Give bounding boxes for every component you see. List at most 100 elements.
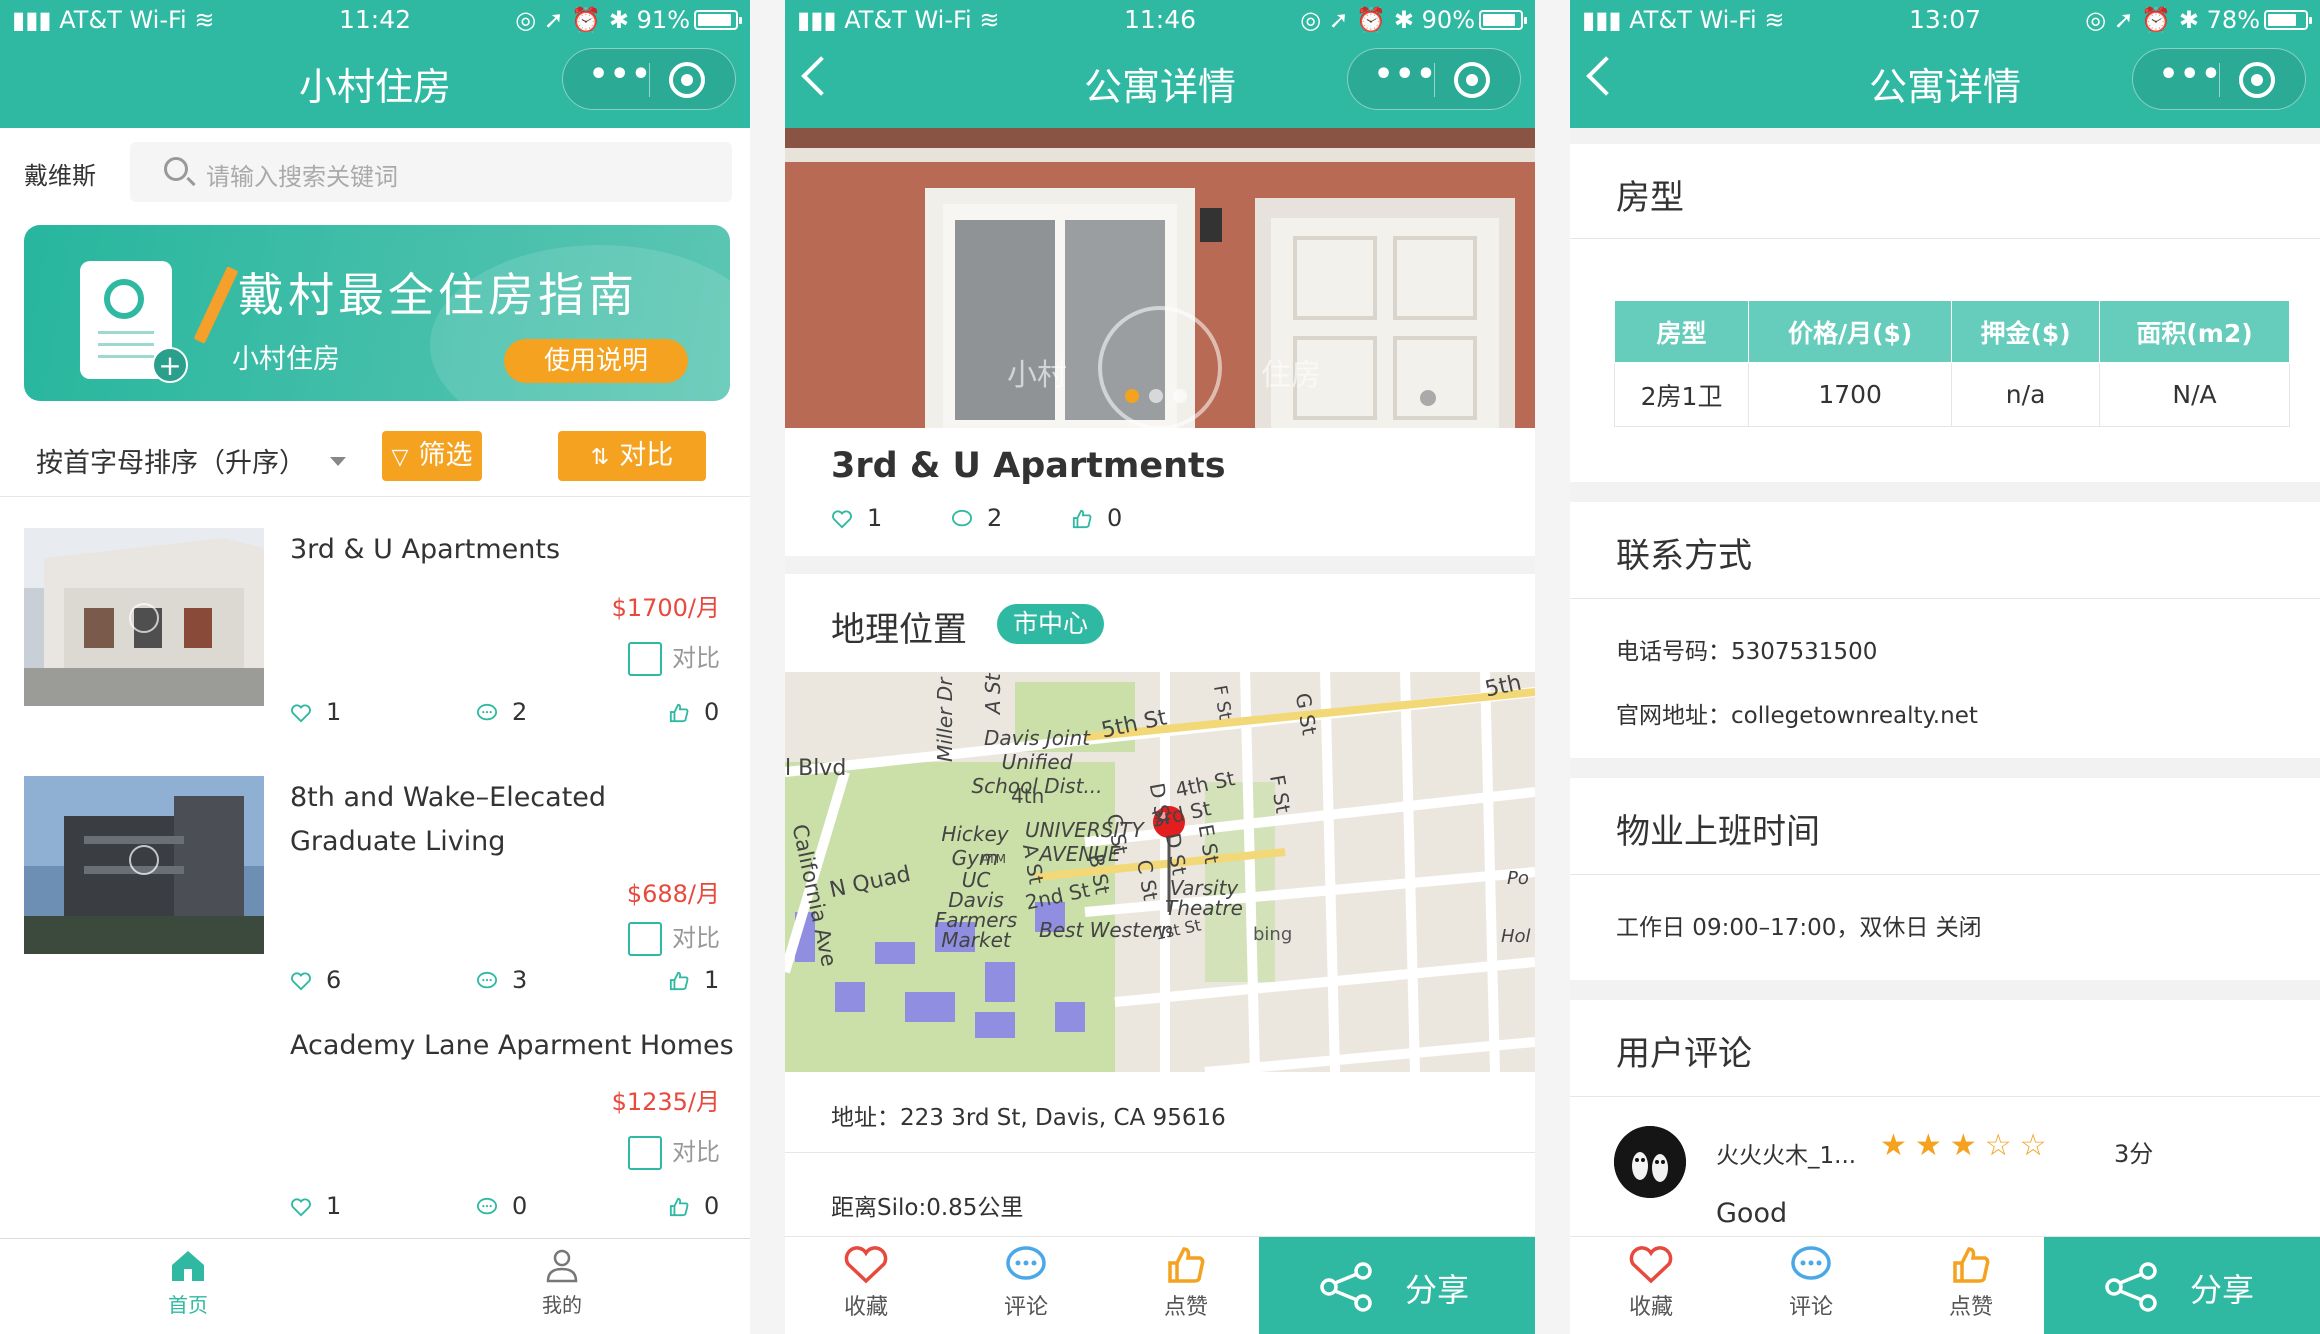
map-label: N Quad (827, 861, 913, 904)
likes-value: 1 (326, 1192, 342, 1220)
comments-count[interactable]: 0 (476, 1192, 527, 1220)
menu-capsule[interactable]: ••• (562, 48, 736, 110)
tab-home[interactable]: 首页 (118, 1247, 258, 1318)
map-label: F St (1208, 683, 1236, 722)
listing-thumbnail[interactable] (24, 528, 264, 706)
comments-count[interactable]: 2 (951, 504, 1002, 532)
heart-icon (844, 1246, 888, 1284)
menu-capsule[interactable]: ••• (2132, 48, 2306, 110)
listing-price: $1700/月 (611, 594, 720, 622)
compare-checkbox[interactable]: 对比 (628, 1132, 720, 1170)
room-type-table: 房型 价格/月($) 押金($) 面积(m2) 2房1卫 1700 n/a N/… (1613, 300, 2291, 427)
favorite-button[interactable]: 收藏 (1596, 1245, 1706, 1321)
close-miniprogram-icon[interactable] (1454, 62, 1490, 98)
guide-banner[interactable]: + 戴村最全住房指南 小村住房 使用说明 (24, 225, 730, 401)
search-input[interactable]: 请输入搜索关键词 (130, 142, 732, 202)
listing-title[interactable]: Academy Lane Aparment Homes (290, 1024, 750, 1068)
map-label: ATM (981, 852, 1006, 866)
plus-icon: + (152, 347, 188, 383)
more-icon[interactable]: ••• (589, 57, 653, 92)
thumbs-count[interactable]: 1 (668, 966, 719, 994)
room-type-heading: 房型 (1616, 178, 1684, 218)
carousel-dot[interactable] (1149, 389, 1163, 403)
compare-checkbox[interactable]: 对比 (628, 638, 720, 676)
doc-ring (104, 279, 144, 319)
more-icon[interactable]: ••• (1374, 57, 1438, 92)
likes-count[interactable]: 1 (290, 698, 341, 726)
list-item[interactable]: 8th and Wake–Elecated Graduate Living $6… (0, 776, 750, 1006)
compare-checkbox[interactable]: 对比 (628, 918, 720, 956)
divider (1570, 1096, 2320, 1097)
website-link[interactable]: 官网地址：collegetownrealty.net (1616, 696, 1978, 730)
list-item[interactable]: 3rd & U Apartments $1700/月 对比 1 2 0 (0, 528, 750, 726)
action-bar: 收藏 评论 点赞 分享 (1570, 1236, 2320, 1334)
status-bar: ▮▮▮ AT&T Wi-Fi ≋ 13:07 ◎ ➚ ⏰ ✱ 78% (1570, 0, 2320, 40)
comments-count[interactable]: 2 (476, 698, 527, 726)
battery-percent: ◎ ➚ ⏰ ✱ 90% (1300, 6, 1475, 34)
checkbox-box[interactable] (628, 922, 662, 956)
comment-icon (477, 703, 497, 721)
carousel-indicator[interactable] (1125, 388, 1197, 407)
close-miniprogram-icon[interactable] (669, 62, 705, 98)
phone-text[interactable]: 电话号码：5307531500 (1616, 632, 1877, 666)
listing-thumbnail[interactable] (24, 776, 264, 954)
battery-text: 78% (2206, 6, 2260, 34)
carousel-dot-active[interactable] (1125, 389, 1139, 403)
bing-logo: bing (1253, 924, 1293, 945)
close-miniprogram-icon[interactable] (2239, 62, 2275, 98)
thumbs-count[interactable]: 0 (668, 1192, 719, 1220)
table-header: 价格/月($) (1748, 300, 1953, 363)
location-map[interactable]: l Blvd Miller Dr A St Davis Joint Unifie… (785, 672, 1535, 1072)
capsule-divider (649, 63, 650, 97)
likes-count[interactable]: 1 (831, 504, 882, 532)
listing-title[interactable]: 8th and Wake–Elecated Graduate Living (290, 776, 730, 864)
more-icon[interactable]: ••• (2159, 57, 2223, 92)
filter-button[interactable]: ▽ 筛选 (382, 431, 482, 481)
home-icon (172, 1251, 204, 1281)
comments-value: 2 (512, 698, 528, 726)
comment-button[interactable]: 评论 (1756, 1245, 1866, 1321)
battery-fill (1483, 14, 1515, 26)
sort-dropdown[interactable]: 按首字母排序（升序） (36, 441, 306, 480)
avatar[interactable] (1614, 1126, 1686, 1198)
compare-button[interactable]: ⇅ 对比 (558, 431, 706, 481)
reviewer-name[interactable]: 火火火木_1... (1716, 1136, 1856, 1170)
like-button[interactable]: 点赞 (1916, 1245, 2026, 1321)
share-button[interactable]: 分享 (2044, 1237, 2320, 1334)
thumbs-up-icon (669, 703, 689, 723)
comment-label: 评论 (1788, 1295, 1833, 1320)
checkbox-box[interactable] (628, 1136, 662, 1170)
home-screen: ▮▮▮ AT&T Wi-Fi ≋ 11:42 ◎ ➚ ⏰ ✱ 91% 小村住房 … (0, 0, 750, 1334)
tab-mine[interactable]: 我的 (492, 1247, 632, 1318)
carousel-dot[interactable] (1173, 389, 1187, 403)
like-button[interactable]: 点赞 (1131, 1245, 1241, 1321)
comment-button[interactable]: 评论 (971, 1245, 1081, 1321)
search-placeholder: 请输入搜索关键词 (206, 163, 398, 191)
share-icon (2105, 1262, 2157, 1312)
location-heading: 地理位置 (831, 610, 967, 650)
thumbs-count[interactable]: 0 (1071, 504, 1122, 532)
thumbs-up-icon (669, 1197, 689, 1217)
menu-capsule[interactable]: ••• (1347, 48, 1521, 110)
thumbs-count[interactable]: 0 (668, 698, 719, 726)
chevron-down-icon[interactable] (330, 457, 346, 466)
comments-count[interactable]: 3 (476, 966, 527, 994)
heart-icon (291, 704, 311, 723)
likes-count[interactable]: 6 (290, 966, 341, 994)
map-label: Po (1507, 868, 1529, 889)
list-item[interactable]: Academy Lane Aparment Homes $1235/月 对比 1… (0, 1024, 750, 1224)
apartment-name: 3rd & U Apartments (831, 446, 1226, 486)
review-text: Good (1716, 1198, 1788, 1229)
table-header: 押金($) (1951, 300, 2100, 363)
listing-title[interactable]: 3rd & U Apartments (290, 528, 730, 572)
guide-button[interactable]: 使用说明 (504, 339, 688, 383)
city-selector[interactable]: 戴维斯 (24, 156, 96, 191)
apartment-photo-carousel[interactable]: 小村 住房 (785, 128, 1535, 428)
battery-fill (2268, 14, 2296, 26)
favorite-button[interactable]: 收藏 (811, 1245, 921, 1321)
comment-icon (1791, 1246, 1831, 1280)
share-button[interactable]: 分享 (1259, 1237, 1535, 1334)
section-divider (1570, 128, 2320, 144)
checkbox-box[interactable] (628, 642, 662, 676)
likes-count[interactable]: 1 (290, 1192, 341, 1220)
